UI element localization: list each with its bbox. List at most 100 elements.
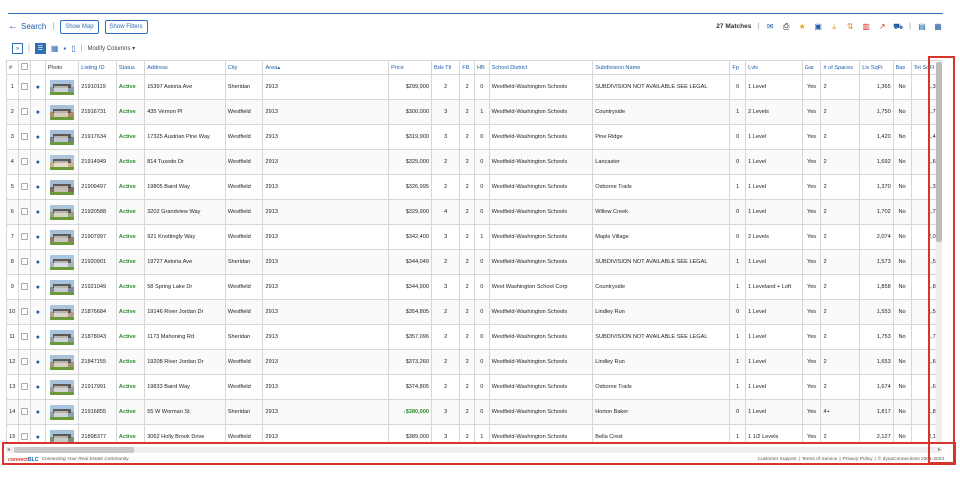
table-row[interactable]: 12 ● 21847155 Active 19208 River Jordan Dr We… xyxy=(6,349,942,375)
column-header[interactable]: FB xyxy=(459,60,475,75)
table-row[interactable]: 15 ● 21898377 Active 3062 Holly Brook Drive W… xyxy=(6,424,942,443)
column-header[interactable]: City xyxy=(224,60,264,75)
cell-id[interactable]: 21916731 xyxy=(78,99,117,125)
table-row[interactable]: 7 ● 21907997 Active 921 Knottingly Way Westfi… xyxy=(6,224,942,250)
listing-photo[interactable] xyxy=(49,104,74,120)
table-row[interactable]: 14 ● 21916855 Active 55 W Worman St Sheridan 2… xyxy=(6,399,942,425)
listing-photo[interactable] xyxy=(49,304,74,320)
cell-id[interactable]: 21920588 xyxy=(78,199,117,225)
map-pin-icon[interactable]: ● xyxy=(36,184,40,191)
row-checkbox[interactable] xyxy=(20,182,28,190)
show-filters-button[interactable]: Show Filters xyxy=(104,19,148,34)
cell-id[interactable]: 21917634 xyxy=(78,124,117,150)
row-checkbox[interactable] xyxy=(20,157,28,165)
row-checkbox[interactable] xyxy=(20,332,28,340)
line-chart-icon[interactable]: ↗ xyxy=(877,22,887,32)
row-checkbox[interactable] xyxy=(20,432,28,440)
table-row[interactable]: 8 ● 21920901 Active 19727 Astoria Ave Sherida… xyxy=(6,249,942,275)
map-pin-icon[interactable]: ● xyxy=(36,259,40,266)
map-pin-icon[interactable]: ● xyxy=(36,134,40,141)
listing-photo[interactable] xyxy=(49,254,74,270)
row-checkbox[interactable] xyxy=(20,357,28,365)
cell-id[interactable]: 21916855 xyxy=(78,399,117,425)
column-header[interactable]: Bds Ttl xyxy=(431,60,461,75)
save-icon[interactable]: ▣ xyxy=(813,22,823,32)
column-header[interactable]: Address xyxy=(144,60,226,75)
cell-id[interactable]: 21920901 xyxy=(78,249,117,275)
bar-chart-icon[interactable]: ▥ xyxy=(861,22,871,32)
map-pin-icon[interactable]: ● xyxy=(36,334,40,341)
listing-photo[interactable] xyxy=(49,79,74,95)
map-pin-icon[interactable]: ● xyxy=(36,384,40,391)
listing-photo[interactable] xyxy=(49,204,74,220)
table-row[interactable]: 11 ● 21878043 Active 1173 Mahoning Rd Sherida… xyxy=(6,324,942,350)
column-header[interactable]: Subdivision Name xyxy=(592,60,731,75)
listing-photo[interactable] xyxy=(49,404,74,420)
listing-photo[interactable] xyxy=(49,429,74,443)
listing-photo[interactable] xyxy=(49,329,74,345)
map-pin-icon[interactable]: ● xyxy=(36,434,40,441)
listing-photo[interactable] xyxy=(49,129,74,145)
map-pin-icon[interactable]: ● xyxy=(36,284,40,291)
column-header[interactable]: Fp xyxy=(729,60,747,75)
listing-photo[interactable] xyxy=(49,229,74,245)
cell-id[interactable]: 21917991 xyxy=(78,374,117,400)
expand-icon[interactable]: » xyxy=(12,43,23,54)
select-all-checkbox[interactable] xyxy=(20,63,28,70)
column-header[interactable]: Lvls xyxy=(745,60,803,75)
row-checkbox[interactable] xyxy=(20,82,28,90)
listing-photo[interactable] xyxy=(49,154,74,170)
print-icon[interactable]: ⎙ xyxy=(781,22,791,32)
report-view-icon[interactable]: ▯ xyxy=(71,44,75,53)
map-pin-icon[interactable]: ● xyxy=(36,359,40,366)
grid-view-icon[interactable]: ▦ xyxy=(51,44,59,53)
list-view-icon[interactable]: ☰ xyxy=(34,43,46,54)
column-header[interactable]: Area▴ xyxy=(262,60,390,75)
row-checkbox[interactable] xyxy=(20,257,28,265)
table-row[interactable]: 2 ● 21916731 Active 435 Vernon Pl Westfield 29… xyxy=(6,99,942,125)
map-pin-icon[interactable]: ● xyxy=(36,309,40,316)
modify-columns-button[interactable]: Modify Columns ▾ xyxy=(87,45,135,52)
cell-id[interactable]: 21914949 xyxy=(78,149,117,175)
map-pin-icon[interactable]: ● xyxy=(36,234,40,241)
sort-icon[interactable]: ⇅ xyxy=(845,22,855,32)
table-row[interactable]: 5 ● 21909497 Active 19805 Baird Way Westfield… xyxy=(6,174,942,200)
cell-id[interactable]: 21898377 xyxy=(78,424,117,443)
cell-id[interactable]: 21847155 xyxy=(78,349,117,375)
table-row[interactable]: 10 ● 21876684 Active 19146 River Jordan Dr We… xyxy=(6,299,942,325)
listing-photo[interactable] xyxy=(49,379,74,395)
listing-photo[interactable] xyxy=(49,354,74,370)
cell-id[interactable]: 21907997 xyxy=(78,224,117,250)
column-header[interactable]: # of Spaces xyxy=(820,60,861,75)
column-header[interactable]: Status xyxy=(115,60,146,75)
listing-photo[interactable] xyxy=(49,179,74,195)
column-header[interactable]: Liv SqFt xyxy=(859,60,894,75)
print-alt-icon[interactable]: ▦ xyxy=(933,22,943,32)
search-back-link[interactable]: ← Search xyxy=(8,21,46,32)
row-checkbox[interactable] xyxy=(20,382,28,390)
map-pin-icon[interactable]: ● xyxy=(36,159,40,166)
map-pin-icon[interactable]: ● xyxy=(36,409,40,416)
cell-id[interactable]: 21878043 xyxy=(78,324,117,350)
column-header[interactable]: School District xyxy=(488,60,594,75)
map-pin-icon[interactable]: ● xyxy=(36,109,40,116)
row-checkbox[interactable] xyxy=(20,307,28,315)
row-checkbox[interactable] xyxy=(20,107,28,115)
star-icon[interactable]: ★ xyxy=(797,22,807,32)
row-checkbox[interactable] xyxy=(20,282,28,290)
show-map-button[interactable]: Show Map xyxy=(60,19,99,34)
table-row[interactable]: 9 ● 21921049 Active 58 Spring Lake Dr Westfie… xyxy=(6,274,942,300)
car-icon[interactable]: ⛟ xyxy=(893,22,903,32)
row-checkbox[interactable] xyxy=(20,232,28,240)
column-header[interactable]: Bas xyxy=(892,60,912,75)
map-pin-icon[interactable]: ● xyxy=(36,84,40,91)
cell-id[interactable]: 21921049 xyxy=(78,274,117,300)
column-header[interactable]: Price xyxy=(388,60,433,75)
column-header[interactable]: HB xyxy=(473,60,490,75)
table-row[interactable]: 4 ● 21914949 Active 814 Tuxedo Dr Westfield 29… xyxy=(6,149,942,175)
row-checkbox[interactable] xyxy=(20,132,28,140)
mail-icon[interactable]: ✉ xyxy=(765,22,775,32)
row-checkbox[interactable] xyxy=(20,207,28,215)
table-row[interactable]: 13 ● 21917991 Active 19833 Baird Way Westfiel… xyxy=(6,374,942,400)
cell-id[interactable]: 21876684 xyxy=(78,299,117,325)
